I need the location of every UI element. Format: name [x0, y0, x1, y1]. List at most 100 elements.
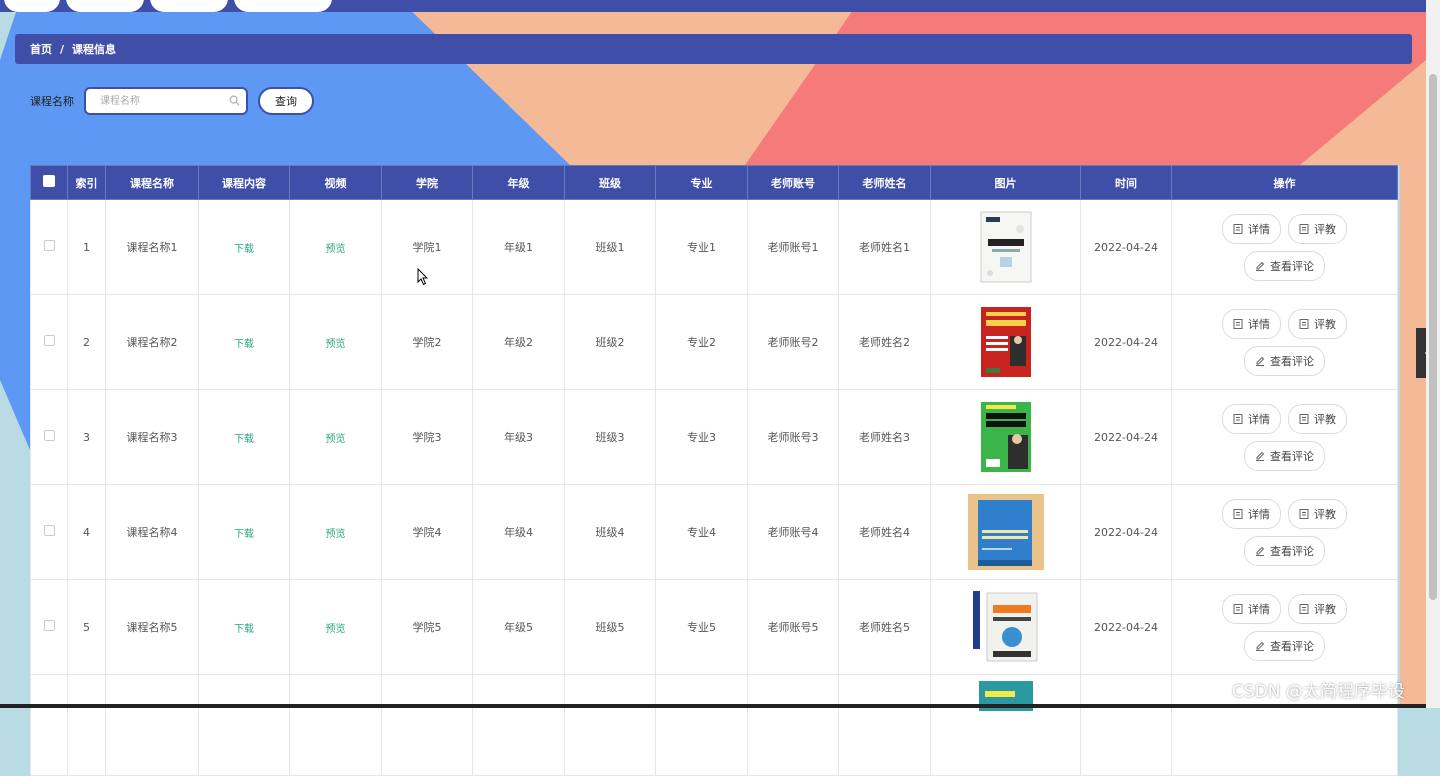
select-all-checkbox[interactable] — [43, 175, 55, 187]
search-input[interactable] — [98, 94, 232, 108]
cell-image — [930, 484, 1081, 580]
cell-image — [930, 579, 1081, 675]
cell-class: 班级5 — [564, 579, 656, 675]
evaluate-button[interactable]: 评教 — [1288, 403, 1347, 434]
row-checkbox[interactable] — [43, 335, 55, 346]
vertical-scrollbar[interactable] — [1426, 0, 1440, 708]
preview-link[interactable]: 预览 — [326, 244, 346, 255]
document-icon — [1299, 318, 1309, 329]
cell-date — [1080, 674, 1172, 776]
row-select-cell[interactable] — [30, 484, 68, 580]
column-header: 图片 — [930, 165, 1081, 200]
detail-button[interactable]: 详情 — [1222, 593, 1281, 624]
evaluate-button[interactable]: 评教 — [1288, 213, 1347, 244]
detail-label: 详情 — [1248, 317, 1270, 331]
row-select-cell[interactable] — [30, 674, 68, 776]
edit-icon — [1256, 546, 1265, 556]
cell-class: 班级4 — [564, 484, 656, 580]
cell-college: 学院4 — [381, 484, 473, 580]
cell-date: 2022-04-24 — [1080, 484, 1172, 580]
cell-teacher-name: 老师姓名5 — [838, 579, 931, 675]
row-checkbox[interactable] — [43, 525, 55, 536]
cell-grade: 年级4 — [472, 484, 565, 580]
cell-index: 1 — [67, 199, 106, 295]
edit-icon — [1256, 356, 1265, 366]
cell-index: 3 — [67, 389, 106, 485]
download-link[interactable]: 下载 — [234, 529, 254, 540]
row-checkbox[interactable] — [43, 240, 55, 251]
edit-icon — [1256, 451, 1265, 461]
download-link[interactable]: 下载 — [234, 339, 254, 350]
evaluate-button[interactable]: 评教 — [1288, 593, 1347, 624]
row-checkbox[interactable] — [43, 430, 55, 441]
view-comments-button[interactable]: 查看评论 — [1244, 440, 1325, 471]
cell-actions: 详情 评教 查看评论 — [1171, 294, 1398, 390]
evaluate-label: 评教 — [1314, 602, 1336, 616]
preview-link[interactable]: 预览 — [326, 434, 346, 445]
evaluate-button[interactable]: 评教 — [1288, 308, 1347, 339]
cell-teacher-account: 老师账号3 — [747, 389, 839, 485]
column-header: 时间 — [1080, 165, 1172, 200]
scrollbar-thumb[interactable] — [1429, 74, 1437, 600]
top-tab[interactable] — [234, 0, 332, 12]
table-row: 3 课程名称3 下载 预览 学院3 年级3 班级3 专业3 老师账号3 老师姓名… — [30, 389, 1398, 485]
row-select-cell[interactable] — [30, 389, 68, 485]
top-tab[interactable] — [66, 0, 144, 12]
bottom-edge — [0, 704, 1426, 708]
cell-teacher-account: 老师账号2 — [747, 294, 839, 390]
detail-button[interactable]: 详情 — [1222, 213, 1281, 244]
detail-button[interactable]: 详情 — [1222, 403, 1281, 434]
cell-actions: 详情 评教 查看评论 — [1171, 579, 1398, 675]
column-header: 课程内容 — [198, 165, 290, 200]
book-cover-image[interactable] — [980, 211, 1032, 283]
preview-link[interactable]: 预览 — [326, 339, 346, 350]
cell-date: 2022-04-24 — [1080, 389, 1172, 485]
download-link[interactable]: 下载 — [234, 624, 254, 635]
breadcrumb-home[interactable]: 首页 — [15, 41, 52, 57]
breadcrumb-separator: / — [60, 42, 65, 56]
cell-image — [930, 199, 1081, 295]
preview-link[interactable]: 预览 — [326, 624, 346, 635]
detail-button[interactable]: 详情 — [1222, 498, 1281, 529]
cell-index: 2 — [67, 294, 106, 390]
evaluate-button[interactable]: 评教 — [1288, 498, 1347, 529]
cell-course-name: 课程名称2 — [105, 294, 199, 390]
row-select-cell[interactable] — [30, 294, 68, 390]
row-select-cell[interactable] — [30, 199, 68, 295]
cell-video: 预览 — [289, 199, 382, 295]
breadcrumb-current: 课程信息 — [72, 43, 117, 56]
cell-grade: 年级2 — [472, 294, 565, 390]
search-field[interactable] — [84, 87, 248, 115]
cell-course-name: 课程名称3 — [105, 389, 199, 485]
row-checkbox[interactable] — [43, 620, 55, 631]
book-cover-image[interactable] — [980, 306, 1032, 378]
cell-index — [67, 674, 106, 776]
view-comments-button[interactable]: 查看评论 — [1244, 630, 1325, 661]
book-cover-image[interactable] — [980, 401, 1032, 473]
cell-content: 下载 — [198, 294, 290, 390]
table-row: 1 课程名称1 下载 预览 学院1 年级1 班级1 专业1 老师账号1 老师姓名… — [30, 199, 1398, 295]
cell-image — [930, 389, 1081, 485]
select-all-header[interactable] — [30, 165, 68, 200]
download-link[interactable]: 下载 — [234, 244, 254, 255]
top-tab[interactable] — [150, 0, 228, 12]
cell-college: 学院5 — [381, 579, 473, 675]
cell-video — [289, 674, 382, 776]
document-icon — [1299, 223, 1309, 234]
column-header: 老师姓名 — [838, 165, 931, 200]
book-cover-image[interactable] — [967, 494, 1044, 570]
row-select-cell[interactable] — [30, 579, 68, 675]
cell-teacher-name: 老师姓名2 — [838, 294, 931, 390]
view-comments-button[interactable]: 查看评论 — [1244, 535, 1325, 566]
cell-class: 班级2 — [564, 294, 656, 390]
book-cover-image[interactable] — [972, 591, 1039, 663]
top-tab[interactable] — [4, 0, 60, 12]
download-link[interactable]: 下载 — [234, 434, 254, 445]
column-header: 学院 — [381, 165, 473, 200]
query-button[interactable]: 查询 — [258, 87, 314, 115]
detail-button[interactable]: 详情 — [1222, 308, 1281, 339]
view-comments-button[interactable]: 查看评论 — [1244, 345, 1325, 376]
view-comments-button[interactable]: 查看评论 — [1244, 250, 1325, 281]
cell-college: 学院3 — [381, 389, 473, 485]
preview-link[interactable]: 预览 — [326, 529, 346, 540]
